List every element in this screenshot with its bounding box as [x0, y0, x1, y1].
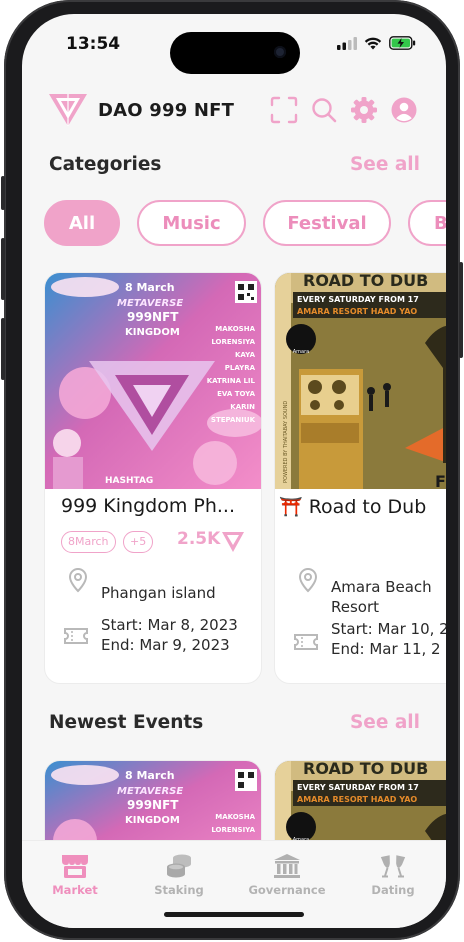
event-location: Amara Beach [331, 578, 432, 596]
logo-triangle-icon[interactable] [48, 92, 88, 128]
wifi-icon [364, 37, 382, 50]
categories-see-all-link[interactable]: See all [350, 154, 420, 175]
newest-see-all-link[interactable]: See all [350, 712, 420, 733]
volume-down-button [1, 318, 5, 380]
event-start-date: Start: Mar 8, 2023 [101, 616, 238, 634]
poster-artist: MAKOSHA [215, 813, 255, 821]
event-tag: 8March [61, 531, 116, 553]
poster-artist: KATRINA LIL [207, 377, 256, 385]
poster-artist: LORENSIYA [211, 338, 255, 346]
newest-events-row: 8 March METAVERSE 999NFT KINGDOM MAKOSHA… [22, 760, 446, 850]
event-card[interactable]: 8 March METAVERSE 999NFT KINGDOM MAKOSHA… [44, 272, 262, 684]
ticket-icon [294, 634, 318, 650]
poster-line1: METAVERSE [117, 298, 183, 309]
power-button [459, 262, 463, 358]
tab-label: Dating [371, 883, 415, 897]
poster-line3: KINGDOM [125, 815, 180, 826]
app-screen: 13:54 DAO 999 NFT Categories See all All… [22, 14, 446, 928]
poster-date: 8 March [125, 769, 175, 782]
event-poster-road-to-dub: ROAD TO DUB EVERY SATURDAY FROM 17 AMARA… [275, 273, 446, 489]
location-pin-icon [68, 567, 88, 593]
tab-governance[interactable]: Governance [242, 853, 332, 897]
settings-icon[interactable] [350, 96, 378, 124]
poster-date: 8 March [125, 281, 175, 294]
event-title: ⛩️ Road to Dub [279, 496, 427, 518]
tab-staking[interactable]: Staking [134, 853, 224, 897]
camera-icon [274, 46, 286, 58]
event-card[interactable]: 8 March METAVERSE 999NFT KINGDOM MAKOSHA… [44, 760, 262, 850]
store-icon [62, 855, 88, 878]
poster-artist: KAYA [235, 351, 256, 359]
phone-frame: 13:54 DAO 999 NFT Categories See all All… [1, 0, 463, 940]
home-indicator[interactable] [164, 912, 304, 917]
app-title: DAO 999 NFT [98, 100, 235, 121]
poster-artist: STEPANIUK [211, 416, 256, 424]
event-end-date: End: Mar 11, 2 [331, 640, 441, 658]
tab-dating[interactable]: Dating [348, 853, 438, 897]
action-button [1, 176, 5, 210]
coins-icon [167, 854, 191, 878]
volume-up-button [1, 238, 5, 300]
bank-icon [274, 854, 300, 878]
tab-market[interactable]: Market [30, 853, 120, 897]
poster-artist: MAKOSHA [215, 325, 255, 333]
event-card[interactable]: ROAD TO DUB EVERY SATURDAY FROM 17 AMARA… [274, 272, 446, 684]
search-icon[interactable] [310, 96, 338, 124]
poster-line1: METAVERSE [117, 786, 183, 797]
categories-title: Categories [49, 154, 162, 175]
dynamic-island [170, 32, 300, 74]
poster-line2: AMARA RESORT HAAD YAO [297, 307, 417, 316]
poster-line1: EVERY SATURDAY FROM 17 [297, 295, 419, 304]
chip-music[interactable]: Music [137, 200, 246, 246]
chip-festival[interactable]: Festival [263, 200, 391, 246]
tab-label: Market [52, 883, 98, 897]
cellular-signal-icon [337, 36, 357, 50]
event-location-line2: Resort [331, 598, 380, 616]
event-poster-kingdom: 8 March METAVERSE 999NFT KINGDOM MAKOSHA… [45, 761, 261, 850]
poster-line2: 999NFT [127, 798, 179, 812]
tab-label: Governance [248, 883, 326, 897]
poster-artist: KARIN [230, 403, 255, 411]
status-time: 13:54 [66, 34, 121, 54]
event-start-date: Start: Mar 10, 2 [331, 620, 446, 638]
event-location: Phangan island [101, 584, 216, 602]
ticket-icon [64, 628, 88, 644]
poster-free: FRE [435, 472, 446, 489]
category-chips: All Music Festival B [44, 200, 446, 252]
event-title: 999 Kingdom Ph... [61, 495, 235, 517]
event-cards-row: 8 March METAVERSE 999NFT KINGDOM MAKOSHA… [22, 272, 446, 684]
status-icons [337, 36, 416, 50]
chip-all[interactable]: All [44, 200, 120, 246]
poster-line2: 999NFT [127, 310, 179, 324]
poster-line2: AMARA RESORT HAAD YAO [297, 795, 417, 804]
location-pin-icon [298, 567, 318, 593]
tab-label: Staking [154, 883, 204, 897]
scan-icon[interactable] [270, 96, 298, 124]
poster-artist: LORENSIYA [211, 826, 255, 834]
newest-events-title: Newest Events [49, 712, 204, 733]
poster-headline: ROAD TO DUB [303, 761, 428, 778]
event-poster-kingdom: 8 March METAVERSE 999NFT KINGDOM MAKOSHA… [45, 273, 261, 489]
poster-artist: PLAYRA [225, 364, 256, 372]
poster-line1: EVERY SATURDAY FROM 17 [297, 783, 419, 792]
poster-badge: Amara [293, 349, 309, 355]
glasses-icon [380, 855, 406, 878]
event-end-date: End: Mar 9, 2023 [101, 636, 230, 654]
profile-icon[interactable] [390, 96, 418, 124]
app-header: DAO 999 NFT [22, 92, 446, 132]
chip-partial[interactable]: B [408, 200, 446, 246]
battery-charging-icon [389, 36, 416, 50]
poster-line3: KINGDOM [125, 327, 180, 338]
poster-footer: HASHTAG [105, 476, 153, 486]
poster-headline: ROAD TO DUB [303, 273, 428, 290]
event-tag-more: +5 [123, 531, 154, 553]
event-likes: 2.5K [177, 529, 221, 549]
poster-artist: EVA TOYA [217, 390, 255, 398]
event-card[interactable]: ROAD TO DUB EVERY SATURDAY FROM 17 AMARA… [274, 760, 446, 850]
poster-side-text: POWERED BY THAITABAY SOUND [283, 401, 289, 483]
logo-triangle-icon [222, 532, 244, 552]
event-poster-road-to-dub: ROAD TO DUB EVERY SATURDAY FROM 17 AMARA… [275, 761, 446, 850]
